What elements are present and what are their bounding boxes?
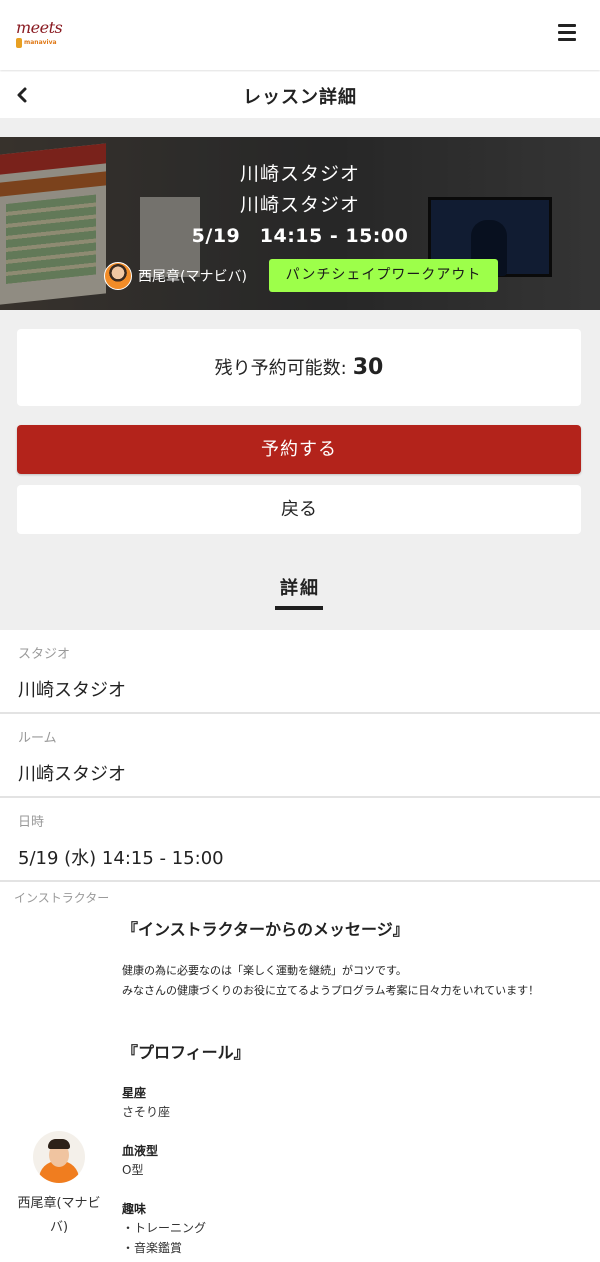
page-title: レッスン詳細 — [243, 87, 357, 108]
program-tag: パンチシェイプワークアウト — [269, 259, 498, 292]
lesson-hero-banner: 川崎スタジオ 川崎スタジオ 5/19 14:15 - 15:00 西尾章(マナビ… — [0, 137, 600, 310]
message-line: みなさんの健康づくりのお役に立てるようプログラム考案に日々力をいれています！ — [122, 984, 540, 997]
hero-instructor-name: 西尾章(マナビバ) — [138, 269, 247, 285]
message-line: 健康の為に必要なのは「楽しく運動を継続」がコツです。 — [122, 964, 407, 977]
hero-room-name: 川崎スタジオ — [239, 194, 360, 216]
field-value: 5/19 (水) 14:15 - 15:00 — [18, 848, 224, 869]
logo-subtext: manaviva — [24, 39, 57, 46]
instructor-avatar — [33, 1131, 85, 1183]
profile-key: 血液型 — [122, 1144, 159, 1158]
field-value: 川崎スタジオ — [18, 680, 126, 701]
field-label: ルーム — [18, 731, 57, 746]
profile-value: ・トレーニング — [122, 1221, 207, 1235]
logo-text: meets — [16, 18, 63, 37]
availability-count: 30 — [352, 355, 384, 380]
hero-datetime: 5/19 14:15 - 15:00 — [191, 225, 409, 247]
profile-value: O型 — [122, 1163, 144, 1177]
profile-value: ・音楽鑑賞 — [122, 1241, 183, 1255]
app-header: meets manaviva — [0, 0, 600, 70]
message-body: 健康の為に必要なのは「楽しく運動を継続」がコツです。 みなさんの健康づくりのお役… — [122, 961, 539, 1001]
tab-indicator — [275, 606, 323, 610]
field-label: 日時 — [18, 815, 45, 830]
hero-studio-name: 川崎スタジオ — [239, 163, 360, 185]
availability-card: 残り予約可能数: 30 — [17, 329, 581, 406]
tab-details[interactable]: 詳細 — [0, 574, 600, 600]
datetime-field: 日時 5/19 (水) 14:15 - 15:00 — [0, 798, 600, 882]
reserve-button[interactable]: 予約する — [17, 425, 581, 474]
instructor-name: 西尾章(マナビバ) — [17, 1196, 101, 1235]
studio-field: スタジオ 川崎スタジオ — [0, 630, 600, 714]
back-button[interactable]: 戻る — [17, 485, 581, 534]
profile-heading: 『プロフィール』 — [122, 1043, 250, 1062]
instructor-label: インストラクター — [14, 891, 110, 905]
profile-key: 星座 — [122, 1086, 147, 1100]
manaviva-mark-icon — [16, 38, 22, 48]
instructor-section: インストラクター 西尾章(マナビバ) 『インストラクターからのメッセージ』 健康… — [0, 882, 600, 1262]
profile-value: さそり座 — [122, 1105, 171, 1119]
profile-key: 趣味 — [122, 1202, 147, 1216]
hamburger-menu-icon[interactable] — [558, 24, 576, 41]
page-header: レッスン詳細 — [0, 72, 600, 118]
message-heading: 『インストラクターからのメッセージ』 — [122, 920, 409, 939]
hero-instructor: 西尾章(マナビバ) — [104, 261, 247, 291]
room-field: ルーム 川崎スタジオ — [0, 714, 600, 798]
field-value: 川崎スタジオ — [18, 764, 126, 785]
meets-logo[interactable]: meets manaviva — [14, 18, 63, 54]
availability-label: 残り予約可能数: — [214, 358, 347, 379]
avatar — [104, 262, 132, 290]
field-label: スタジオ — [18, 647, 71, 662]
